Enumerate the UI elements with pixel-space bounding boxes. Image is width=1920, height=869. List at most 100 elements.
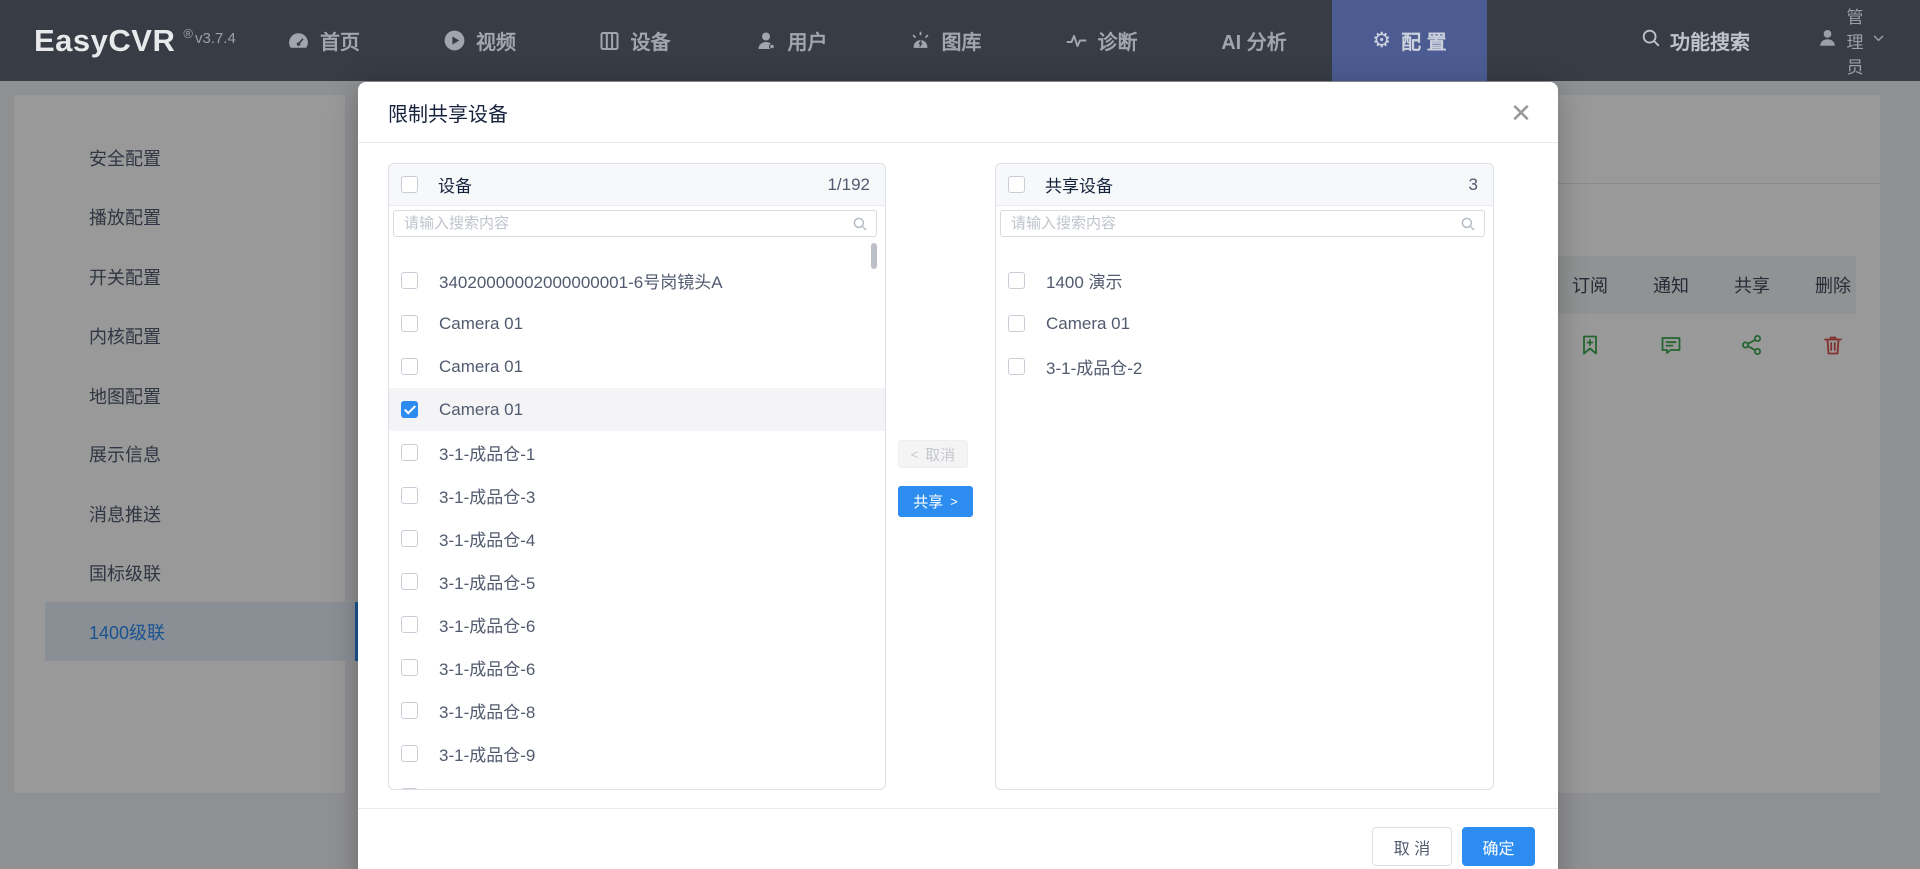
nav-item-ai-analysis[interactable]: AI 分析 (1221, 0, 1287, 81)
search-icon (853, 217, 867, 231)
nav-item-home[interactable]: 首页 (286, 0, 360, 81)
transfer-to-target-button[interactable]: 共享 > (898, 486, 973, 517)
transfer-to-source-label: 取消 (925, 446, 956, 464)
checkbox[interactable] (1008, 315, 1025, 332)
checkbox-checked[interactable] (401, 401, 418, 418)
device-list-item[interactable]: 3-1-成品仓-8 (389, 689, 885, 732)
transfer-to-target-label: 共享 (913, 494, 944, 511)
device-label: 3-1-成品仓-6 (439, 660, 536, 679)
shared-device-list: 1400 演示 Camera 01 3-1-成品仓-2 (996, 259, 1493, 789)
device-list-item[interactable]: 3-1-成品仓-6 (389, 646, 885, 689)
alarm-beacon-icon (909, 29, 933, 53)
nav-item-label: 诊断 (1097, 32, 1138, 54)
dashboard-icon (286, 28, 311, 53)
confirm-button[interactable]: 确定 (1462, 827, 1535, 866)
device-list-item[interactable]: 3-1-成品仓-5 (389, 560, 885, 603)
pulse-icon (1065, 29, 1089, 53)
gear-icon: ⚙ (1372, 29, 1392, 52)
source-device-panel: 设备 1/192 34020000002000000001-6号岗镜头A Cam… (388, 163, 886, 790)
checkbox[interactable] (401, 487, 418, 504)
device-label: Camera 01 (439, 356, 524, 376)
checkbox[interactable] (401, 702, 418, 719)
user-menu[interactable]: 管理员 (1817, 0, 1886, 81)
footer-divider (358, 808, 1558, 809)
device-label: 3-1-成品仓-6 (439, 617, 536, 636)
device-label: Camera 01 (1046, 313, 1131, 333)
source-list-scrollbar[interactable] (871, 243, 877, 269)
device-label: 3-1-成品仓-2 (1046, 359, 1143, 378)
checkbox[interactable] (401, 272, 418, 289)
source-device-list: 34020000002000000001-6号岗镜头A Camera 01 Ca… (389, 259, 885, 789)
device-rack-icon (598, 29, 622, 53)
checkbox[interactable] (401, 530, 418, 547)
device-label: 3-1-成品仓-9 (439, 746, 536, 765)
close-button[interactable]: ✕ (1504, 96, 1538, 130)
source-search (393, 210, 877, 237)
user-menu-label: 管理员 (1846, 8, 1864, 77)
device-label: Camera 01 (439, 313, 524, 333)
source-search-input[interactable] (393, 210, 877, 237)
device-list-item[interactable]: 3-1-成品仓-10 (389, 775, 885, 789)
select-all-source-checkbox[interactable] (401, 176, 418, 193)
cancel-button[interactable]: 取 消 (1372, 827, 1452, 866)
transfer-to-source-button[interactable]: < 取消 (898, 440, 968, 468)
checkbox[interactable] (401, 315, 418, 332)
device-label: 3-1-成品仓-5 (439, 574, 536, 593)
nav-item-devices[interactable]: 设备 (598, 0, 671, 81)
nav-item-diagnosis[interactable]: 诊断 (1065, 0, 1138, 81)
device-label: Camera 01 (439, 399, 524, 419)
source-panel-count: 1/192 (827, 174, 870, 194)
select-all-shared-checkbox[interactable] (1008, 176, 1025, 193)
checkbox[interactable] (401, 745, 418, 762)
nav-item-configuration-active[interactable]: ⚙ 配 置 (1332, 0, 1487, 81)
checkbox[interactable] (1008, 358, 1025, 375)
nav-item-label: 用户 (787, 32, 828, 54)
device-list-item[interactable]: Camera 01 (389, 345, 885, 388)
cancel-button-label: 取 消 (1393, 840, 1431, 858)
device-list-item-selected[interactable]: Camera 01 (389, 388, 885, 431)
shared-search-input[interactable] (1000, 210, 1485, 237)
checkbox[interactable] (401, 573, 418, 590)
admin-avatar-icon (1817, 27, 1839, 54)
nav-item-label: 设备 (630, 32, 671, 54)
device-list-item[interactable]: Camera 01 (389, 302, 885, 345)
device-list-item[interactable]: 3-1-成品仓-2 (996, 345, 1493, 388)
device-label: 3-1-成品仓-1 (439, 445, 536, 464)
nav-item-users[interactable]: 用户 (755, 0, 828, 81)
registered-mark: ® (183, 26, 193, 41)
app-logo: EasyCVR ® v3.7.4 (34, 0, 236, 81)
checkbox[interactable] (401, 358, 418, 375)
dialog-title: 限制共享设备 (388, 104, 508, 126)
device-list-item[interactable]: Camera 01 (996, 302, 1493, 345)
device-list-item[interactable]: 3-1-成品仓-9 (389, 732, 885, 775)
function-search[interactable]: 功能搜索 (1640, 0, 1750, 81)
device-list-item[interactable]: 3-1-成品仓-6 (389, 603, 885, 646)
shared-panel-title: 共享设备 (1045, 177, 1113, 196)
user-icon (755, 29, 779, 53)
device-list-item[interactable]: 3-1-成品仓-3 (389, 474, 885, 517)
nav-item-label: 图库 (941, 32, 982, 54)
device-label: 3-1-成品仓-4 (439, 531, 536, 550)
nav-item-label: 首页 (320, 32, 360, 54)
shared-panel-count: 3 (1468, 174, 1478, 194)
device-list-item[interactable]: 1400 演示 (996, 259, 1493, 302)
app-version: v3.7.4 (194, 30, 236, 47)
nav-item-video[interactable]: 视频 (442, 0, 516, 81)
device-list-item[interactable]: 3-1-成品仓-4 (389, 517, 885, 560)
device-label: 3-1-成品仓-3 (439, 488, 536, 507)
checkbox[interactable] (401, 788, 418, 789)
source-panel-header: 设备 1/192 (389, 164, 885, 206)
checkbox[interactable] (401, 444, 418, 461)
top-nav-bar: EasyCVR ® v3.7.4 首页 视频 设备 用户 图库 诊断 AI 分析… (0, 0, 1920, 81)
chevron-left-icon: < (910, 446, 919, 462)
checkbox[interactable] (401, 616, 418, 633)
checkbox[interactable] (401, 659, 418, 676)
checkbox[interactable] (1008, 272, 1025, 289)
nav-item-gallery[interactable]: 图库 (909, 0, 982, 81)
device-label: 3-1-成品仓-10 (439, 784, 545, 789)
device-list-item[interactable]: 34020000002000000001-6号岗镜头A (389, 259, 885, 302)
device-label: 3-1-成品仓-8 (439, 703, 536, 722)
device-list-item[interactable]: 3-1-成品仓-1 (389, 431, 885, 474)
source-panel-title: 设备 (438, 177, 472, 196)
close-icon: ✕ (1510, 98, 1532, 128)
